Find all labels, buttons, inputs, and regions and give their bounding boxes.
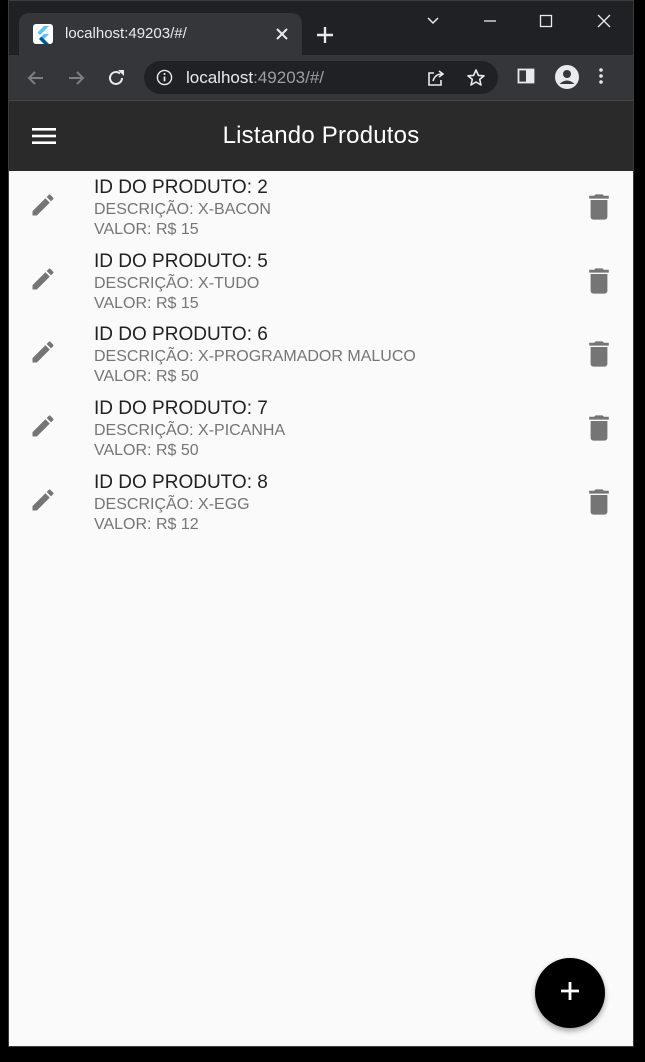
tab-close-icon[interactable] xyxy=(270,22,294,46)
product-id: ID DO PRODUTO: 5 xyxy=(94,251,268,272)
url-host: localhost xyxy=(186,68,254,87)
tab-title: localhost:49203/#/ xyxy=(65,25,187,42)
list-item: ID DO PRODUTO: 8 DESCRIÇÃO: X-EGG VALOR:… xyxy=(9,466,633,540)
address-bar[interactable]: localhost:49203/#/ xyxy=(144,61,498,94)
plus-icon xyxy=(559,980,581,1007)
new-tab-plus-icon[interactable] xyxy=(311,21,339,49)
edit-pencil-icon[interactable] xyxy=(29,191,57,219)
product-value: VALOR: R$ 50 xyxy=(94,442,199,459)
edit-pencil-icon[interactable] xyxy=(29,265,57,293)
browser-tab[interactable]: localhost:49203/#/ xyxy=(19,13,302,55)
list-item: ID DO PRODUTO: 2 DESCRIÇÃO: X-BACON VALO… xyxy=(9,171,633,245)
list-item: ID DO PRODUTO: 6 DESCRIÇÃO: X-PROGRAMADO… xyxy=(9,318,633,392)
back-arrow-icon[interactable] xyxy=(22,64,50,92)
edit-pencil-icon[interactable] xyxy=(29,412,57,440)
minimize-icon[interactable] xyxy=(469,7,511,35)
delete-trash-icon[interactable] xyxy=(587,193,611,221)
product-id: ID DO PRODUTO: 8 xyxy=(94,472,268,493)
page-title: Listando Produtos xyxy=(222,122,420,149)
bookmark-star-icon[interactable] xyxy=(466,68,486,93)
app-bar: Listando Produtos xyxy=(9,101,633,171)
list-item: ID DO PRODUTO: 7 DESCRIÇÃO: X-PICANHA VA… xyxy=(9,392,633,466)
delete-trash-icon[interactable] xyxy=(587,340,611,368)
product-list: ID DO PRODUTO: 2 DESCRIÇÃO: X-BACON VALO… xyxy=(9,171,633,1046)
add-product-button[interactable] xyxy=(535,958,605,1028)
url-text[interactable]: localhost:49203/#/ xyxy=(186,68,324,88)
flutter-favicon-icon xyxy=(33,24,53,44)
delete-trash-icon[interactable] xyxy=(587,267,611,295)
product-description: DESCRIÇÃO: X-PICANHA xyxy=(94,422,286,439)
product-id: ID DO PRODUTO: 7 xyxy=(94,398,268,419)
product-description: DESCRIÇÃO: X-BACON xyxy=(94,201,271,218)
product-id: ID DO PRODUTO: 6 xyxy=(94,324,268,345)
edit-pencil-icon[interactable] xyxy=(29,486,57,514)
product-value: VALOR: R$ 12 xyxy=(94,516,199,533)
product-description: DESCRIÇÃO: X-TUDO xyxy=(94,275,260,292)
browser-window: localhost:49203/#/ localhost:49203/#/ Li… xyxy=(8,0,634,1047)
share-icon[interactable] xyxy=(426,68,446,93)
profile-avatar-icon[interactable] xyxy=(554,64,580,95)
browser-toolbar: localhost:49203/#/ xyxy=(9,55,633,101)
reload-icon[interactable] xyxy=(102,64,130,92)
maximize-icon[interactable] xyxy=(525,7,567,35)
site-info-icon[interactable] xyxy=(156,69,173,91)
product-value: VALOR: R$ 15 xyxy=(94,221,199,238)
product-description: DESCRIÇÃO: X-EGG xyxy=(94,496,250,513)
product-description: DESCRIÇÃO: X-PROGRAMADOR MALUCO xyxy=(94,348,416,365)
url-path: :49203/#/ xyxy=(253,68,325,87)
side-panel-icon[interactable] xyxy=(516,66,536,91)
edit-pencil-icon[interactable] xyxy=(29,338,57,366)
chrome-menu-kebab-icon[interactable] xyxy=(597,66,605,91)
tab-search-chevron-icon[interactable] xyxy=(412,7,454,35)
window-close-icon[interactable] xyxy=(583,7,625,35)
product-value: VALOR: R$ 15 xyxy=(94,295,199,312)
list-item: ID DO PRODUTO: 5 DESCRIÇÃO: X-TUDO VALOR… xyxy=(9,245,633,319)
product-id: ID DO PRODUTO: 2 xyxy=(94,177,268,198)
product-value: VALOR: R$ 50 xyxy=(94,368,199,385)
delete-trash-icon[interactable] xyxy=(587,414,611,442)
tab-strip: localhost:49203/#/ xyxy=(9,1,633,55)
delete-trash-icon[interactable] xyxy=(587,488,611,516)
forward-arrow-icon[interactable] xyxy=(62,64,90,92)
